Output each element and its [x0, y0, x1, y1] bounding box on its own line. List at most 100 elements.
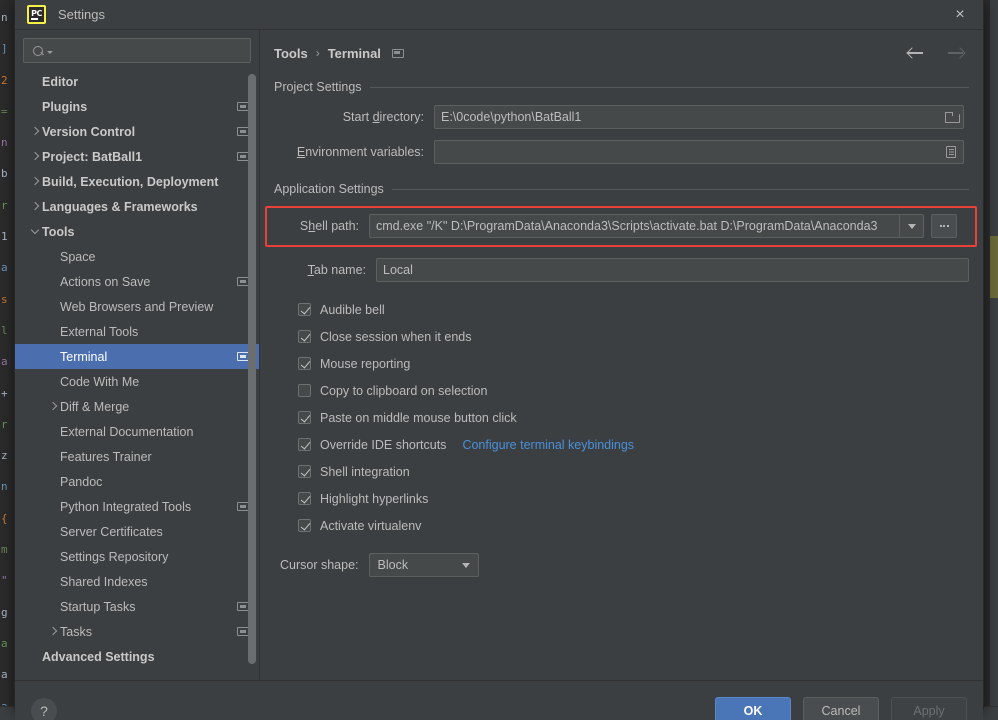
sidebar-item-editor[interactable]: Editor [15, 69, 259, 94]
navigation-arrows [905, 42, 967, 64]
checkbox-box[interactable] [298, 357, 311, 370]
checkbox-copy-to-clipboard-on-selection[interactable]: Copy to clipboard on selection [298, 377, 969, 404]
start-directory-label: Start directory: [342, 110, 424, 124]
checkbox-box[interactable] [298, 465, 311, 478]
tab-name-row: Tab name: [274, 258, 969, 282]
sidebar-item-terminal[interactable]: Terminal [15, 344, 259, 369]
sidebar-item-label: Advanced Settings [42, 649, 155, 664]
sidebar-item-settings-repository[interactable]: Settings Repository [15, 544, 259, 569]
arrow-left-icon[interactable] [905, 42, 927, 64]
sidebar-item-build-execution-deployment[interactable]: Build, Execution, Deployment [15, 169, 259, 194]
close-icon[interactable]: × [949, 4, 971, 26]
sidebar-item-server-certificates[interactable]: Server Certificates [15, 519, 259, 544]
checkbox-label: Copy to clipboard on selection [320, 383, 488, 398]
apply-button: Apply [891, 696, 967, 720]
shell-path-highlight: Shell path: [265, 206, 977, 247]
checkbox-box[interactable] [298, 438, 311, 451]
ellipsis-icon[interactable] [931, 214, 957, 238]
dialog-footer: ? OK Cancel Apply [15, 680, 983, 720]
checkbox-box[interactable] [298, 303, 311, 316]
chevron-down-icon[interactable] [454, 562, 478, 568]
checkbox-shell-integration[interactable]: Shell integration [298, 458, 969, 485]
sidebar-item-version-control[interactable]: Version Control [15, 119, 259, 144]
checkbox-close-session-when-it-ends[interactable]: Close session when it ends [298, 323, 969, 350]
sidebar-item-pandoc[interactable]: Pandoc [15, 469, 259, 494]
breadcrumb-parent[interactable]: Tools [274, 46, 308, 61]
ok-button[interactable]: OK [715, 696, 791, 720]
sidebar-item-project-batball1[interactable]: Project: BatBall1 [15, 144, 259, 169]
chevron-right-icon[interactable] [29, 175, 42, 188]
checkbox-box[interactable] [298, 330, 311, 343]
sidebar-item-web-browsers-and-preview[interactable]: Web Browsers and Preview [15, 294, 259, 319]
dialog-body: Editor Plugins Version Control Project: Bat… [15, 30, 983, 680]
checkbox-activate-virtualenv[interactable]: Activate virtualenv [298, 512, 969, 539]
checkbox-highlight-hyperlinks[interactable]: Highlight hyperlinks [298, 485, 969, 512]
shell-path-input[interactable] [370, 219, 899, 233]
configure-terminal-keybindings-link[interactable]: Configure terminal keybindings [462, 438, 634, 452]
sidebar-scrollbar-thumb[interactable] [248, 74, 256, 664]
chevron-right-icon[interactable] [47, 625, 60, 638]
sidebar-item-external-tools[interactable]: External Tools [15, 319, 259, 344]
start-directory-input[interactable] [435, 110, 939, 124]
sidebar-item-features-trainer[interactable]: Features Trainer [15, 444, 259, 469]
chevron-right-icon[interactable] [47, 400, 60, 413]
start-directory-field[interactable] [434, 105, 964, 129]
checkbox-mouse-reporting[interactable]: Mouse reporting [298, 350, 969, 377]
chevron-right-icon[interactable] [29, 200, 42, 213]
cancel-button[interactable]: Cancel [803, 696, 879, 720]
checkbox-box[interactable] [298, 492, 311, 505]
sidebar-item-python-integrated-tools[interactable]: Python Integrated Tools [15, 494, 259, 519]
sidebar-item-shared-indexes[interactable]: Shared Indexes [15, 569, 259, 594]
chevron-right-icon[interactable] [29, 150, 42, 163]
sidebar-item-external-documentation[interactable]: External Documentation [15, 419, 259, 444]
sidebar-item-label: Server Certificates [60, 524, 163, 539]
sidebar-item-languages-frameworks[interactable]: Languages & Frameworks [15, 194, 259, 219]
sidebar-item-diff-merge[interactable]: Diff & Merge [15, 394, 259, 419]
sidebar-item-actions-on-save[interactable]: Actions on Save [15, 269, 259, 294]
checkbox-label: Paste on middle mouse button click [320, 410, 517, 425]
search-box[interactable] [23, 38, 251, 63]
folder-icon[interactable] [939, 106, 963, 128]
environment-variables-field[interactable] [434, 140, 964, 164]
shell-path-combo[interactable] [369, 214, 924, 238]
sidebar-item-advanced-settings[interactable]: Advanced Settings [15, 644, 259, 669]
project-settings-group-header: Project Settings [274, 80, 969, 94]
chevron-down-icon[interactable] [899, 215, 923, 237]
sidebar-item-label: Code With Me [60, 374, 140, 389]
checkbox-box[interactable] [298, 384, 311, 397]
sidebar-item-tools[interactable]: Tools [15, 219, 259, 244]
sidebar-item-code-with-me[interactable]: Code With Me [15, 369, 259, 394]
checkbox-override-ide-shortcuts[interactable]: Override IDE shortcuts Configure terminal… [298, 431, 969, 458]
dialog-title: Settings [58, 7, 105, 22]
sidebar-item-startup-tasks[interactable]: Startup Tasks [15, 594, 259, 619]
tab-name-input[interactable] [377, 263, 968, 277]
search-input[interactable] [53, 42, 250, 59]
cursor-shape-select[interactable]: Block [368, 553, 479, 577]
environment-variables-input[interactable] [435, 145, 939, 159]
list-icon[interactable] [939, 141, 963, 163]
help-button[interactable]: ? [31, 697, 57, 720]
sidebar-item-space[interactable]: Space [15, 244, 259, 269]
sidebar-item-label: Build, Execution, Deployment [42, 174, 219, 189]
checkbox-audible-bell[interactable]: Audible bell [298, 296, 969, 323]
checkbox-box[interactable] [298, 519, 311, 532]
sidebar-item-plugins[interactable]: Plugins [15, 94, 259, 119]
sidebar-item-label: Startup Tasks [60, 599, 136, 614]
chevron-right-icon[interactable] [29, 125, 42, 138]
sidebar-item-tasks[interactable]: Tasks [15, 619, 259, 644]
divider [369, 86, 969, 88]
checkbox-label: Override IDE shortcuts [320, 437, 447, 452]
project-settings-title: Project Settings [274, 80, 362, 94]
sidebar-item-label: Languages & Frameworks [42, 199, 198, 214]
chevron-down-icon[interactable] [29, 225, 42, 238]
sidebar-item-label: External Tools [60, 324, 139, 339]
tab-name-field[interactable] [376, 258, 969, 282]
checkbox-paste-on-middle-mouse-button-click[interactable]: Paste on middle mouse button click [298, 404, 969, 431]
checkbox-box[interactable] [298, 411, 311, 424]
checkbox-label: Shell integration [320, 464, 410, 479]
